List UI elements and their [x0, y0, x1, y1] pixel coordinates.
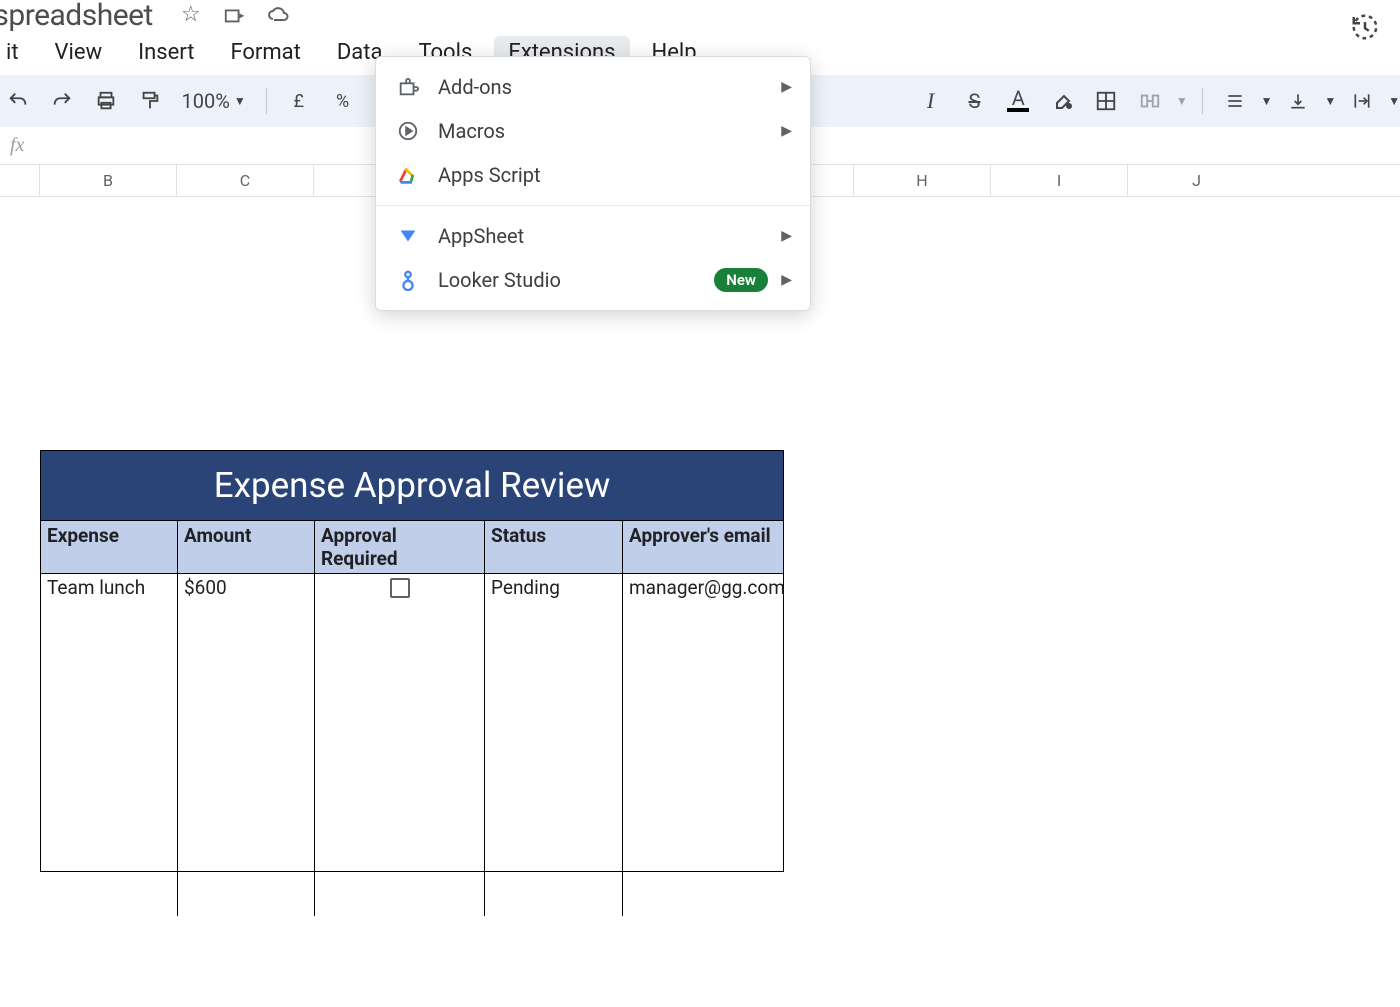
- row-header-gap: [0, 165, 40, 196]
- puzzle-icon: [396, 75, 420, 99]
- cell-status[interactable]: Pending: [485, 574, 623, 604]
- panel-header-amount: Amount: [178, 521, 315, 573]
- col-body[interactable]: [623, 604, 783, 916]
- menu-looker-studio[interactable]: Looker Studio New ▶: [376, 258, 810, 302]
- col-header-i[interactable]: I: [991, 165, 1128, 196]
- italic-button[interactable]: I: [913, 83, 949, 119]
- col-header-b[interactable]: B: [40, 165, 177, 196]
- cloud-status-icon[interactable]: [267, 3, 291, 27]
- undo-button[interactable]: [0, 83, 36, 119]
- menu-macros[interactable]: Macros ▶: [376, 109, 810, 153]
- chevron-down-icon[interactable]: ▼: [1261, 94, 1273, 108]
- cell-approver-email[interactable]: manager@gg.com: [623, 574, 783, 604]
- zoom-value: 100%: [182, 89, 230, 113]
- extensions-dropdown: Add-ons ▶ Macros ▶ Apps Script AppSheet …: [375, 56, 811, 311]
- strikethrough-button[interactable]: S: [957, 83, 993, 119]
- new-badge: New: [714, 268, 768, 292]
- menu-appsheet[interactable]: AppSheet ▶: [376, 214, 810, 258]
- text-wrap-button[interactable]: [1344, 83, 1380, 119]
- menu-addons[interactable]: Add-ons ▶: [376, 65, 810, 109]
- move-icon[interactable]: [223, 4, 245, 26]
- percent-button[interactable]: %: [325, 83, 361, 119]
- redo-button[interactable]: [44, 83, 80, 119]
- apps-script-icon: [396, 163, 420, 187]
- fx-label: fx: [10, 134, 24, 157]
- separator: [1202, 88, 1203, 114]
- title-icons: ☆: [181, 3, 291, 27]
- separator: [376, 205, 810, 206]
- fill-color-button[interactable]: [1044, 83, 1080, 119]
- star-icon[interactable]: ☆: [181, 4, 201, 26]
- col-body[interactable]: [315, 604, 485, 916]
- chevron-right-icon: ▶: [781, 228, 792, 244]
- merge-cells-button[interactable]: [1132, 83, 1168, 119]
- col-header-j[interactable]: J: [1128, 165, 1265, 196]
- paint-format-button[interactable]: [132, 83, 168, 119]
- panel-title: Expense Approval Review: [41, 451, 783, 520]
- col-body[interactable]: [485, 604, 623, 916]
- chevron-right-icon: ▶: [781, 123, 792, 139]
- cell-approval-required[interactable]: [315, 574, 485, 604]
- col-body[interactable]: [41, 604, 178, 916]
- vertical-align-button[interactable]: [1281, 83, 1317, 119]
- cell-amount[interactable]: $600: [178, 574, 315, 604]
- chevron-right-icon: ▶: [781, 272, 792, 288]
- chevron-down-icon[interactable]: ▼: [1388, 94, 1400, 108]
- appsheet-icon: [396, 224, 420, 248]
- text-color-button[interactable]: A: [1000, 83, 1036, 119]
- record-icon: [396, 119, 420, 143]
- panel-header-email: Approver's email: [623, 521, 783, 573]
- zoom-select[interactable]: 100% ▼: [176, 89, 252, 113]
- chevron-down-icon[interactable]: ▼: [1176, 94, 1188, 108]
- panel-header-expense: Expense: [41, 521, 178, 573]
- version-history-icon[interactable]: [1350, 12, 1380, 42]
- looker-icon: [396, 268, 420, 292]
- chevron-right-icon: ▶: [781, 79, 792, 95]
- menu-appsheet-label: AppSheet: [438, 224, 524, 248]
- separator: [266, 88, 267, 114]
- panel-header-status: Status: [485, 521, 623, 573]
- panel-row: Team lunch $600 Pending manager@gg.com: [41, 574, 783, 604]
- menu-view[interactable]: View: [41, 36, 117, 69]
- chevron-down-icon: ▼: [234, 94, 246, 108]
- menu-edit[interactable]: it: [0, 36, 33, 69]
- print-button[interactable]: [88, 83, 124, 119]
- title-bar: d spreadsheet ☆: [0, 0, 1400, 30]
- menu-format[interactable]: Format: [216, 36, 314, 69]
- document-title[interactable]: d spreadsheet: [0, 0, 153, 33]
- borders-button[interactable]: [1088, 83, 1124, 119]
- menu-macros-label: Macros: [438, 119, 505, 143]
- menu-apps-script[interactable]: Apps Script: [376, 153, 810, 197]
- menu-insert[interactable]: Insert: [124, 36, 208, 69]
- panel-headers: Expense Amount Approval Required Status …: [41, 520, 783, 574]
- menu-apps-script-label: Apps Script: [438, 163, 541, 187]
- panel-header-approval: Approval Required: [315, 521, 485, 573]
- cell-expense[interactable]: Team lunch: [41, 574, 178, 604]
- col-body[interactable]: [178, 604, 315, 916]
- expense-approval-panel: Expense Approval Review Expense Amount A…: [40, 450, 784, 872]
- panel-body: [41, 604, 783, 916]
- chevron-down-icon[interactable]: ▼: [1324, 94, 1336, 108]
- menu-addons-label: Add-ons: [438, 75, 512, 99]
- col-header-h[interactable]: H: [854, 165, 991, 196]
- checkbox-icon[interactable]: [390, 578, 410, 598]
- col-header-c[interactable]: C: [177, 165, 314, 196]
- horizontal-align-button[interactable]: [1217, 83, 1253, 119]
- menu-looker-label: Looker Studio: [438, 268, 561, 292]
- currency-button[interactable]: £: [281, 83, 317, 119]
